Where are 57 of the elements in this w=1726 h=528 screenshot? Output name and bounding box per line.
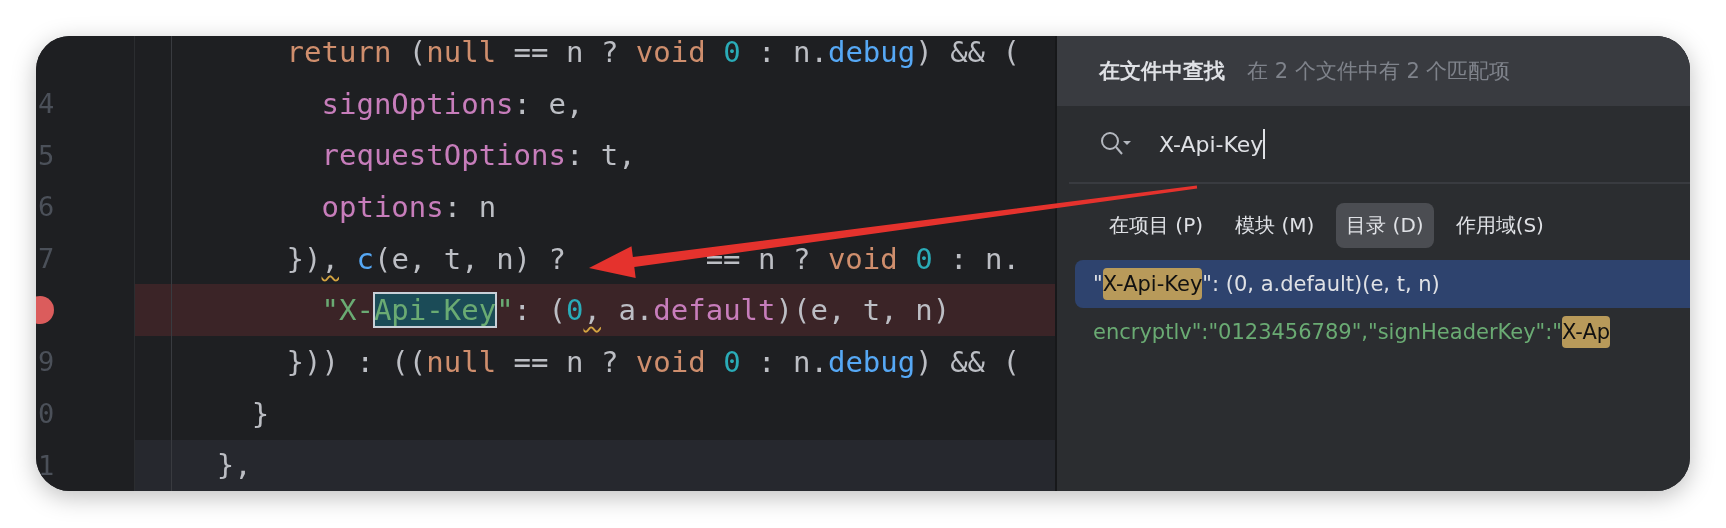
code-token: : n. xyxy=(757,344,828,379)
code-token: : ( xyxy=(513,293,566,328)
code-token: : e, xyxy=(513,86,584,121)
code-token: signOptions xyxy=(321,86,514,121)
result-text: " xyxy=(1093,272,1103,296)
scope-tab[interactable]: 目录 (D) xyxy=(1336,203,1434,248)
code-token: )(e, t, n) xyxy=(775,293,951,328)
code-token: ) && ( xyxy=(915,36,1020,69)
search-match: Api-Key xyxy=(373,293,497,328)
warning-token: , xyxy=(321,241,339,276)
popup-title: 在文件中查找 xyxy=(1099,58,1225,85)
code-token: 0 xyxy=(915,241,933,276)
code-token: : n xyxy=(443,189,497,224)
match-highlight: X-Api-Key xyxy=(1102,268,1203,300)
code-token: ( xyxy=(407,36,427,69)
result-row[interactable]: "X-Api-Key": (0, a.default)(e, t, n) xyxy=(1075,260,1690,308)
code-token: (e, t, n) ? xyxy=(373,241,566,276)
result-text: ": (0, a.default)(e, t, n) xyxy=(1202,272,1440,296)
code-token: : n. xyxy=(757,36,828,69)
code-token: 0 xyxy=(566,293,584,328)
code-token: c xyxy=(355,241,374,276)
match-highlight: X-Ap xyxy=(1562,316,1611,348)
code-token: 0 xyxy=(723,36,741,69)
code-token: })) : (( xyxy=(286,344,427,379)
code-token: debug xyxy=(827,344,916,379)
code-token: }, xyxy=(216,448,252,483)
code-token: " xyxy=(496,293,514,328)
code-token: debug xyxy=(827,36,916,69)
code-token: void xyxy=(635,36,707,69)
code-token: void xyxy=(635,344,707,379)
result-text: encryptlv":"0123456789","signHeaderKey":" xyxy=(1093,320,1562,344)
search-field[interactable]: X-Api-Key xyxy=(1159,126,1266,162)
code-token: return xyxy=(286,36,392,69)
code-token: }) xyxy=(286,241,322,276)
warning-token: , xyxy=(583,293,601,328)
code-token: ) && ( xyxy=(915,344,1020,379)
scope-tab[interactable]: 作用域(S) xyxy=(1445,203,1554,248)
code-token: requestOptions xyxy=(321,138,566,173)
code-token: } xyxy=(251,396,270,431)
code-token: 0 xyxy=(723,344,741,379)
scope-tab[interactable]: 模块 (M) xyxy=(1225,203,1325,248)
scope-tab[interactable]: 在项目 (P) xyxy=(1099,203,1214,248)
code-token: "X- xyxy=(321,293,374,328)
code-token: options xyxy=(321,189,444,224)
code-token: : n. xyxy=(949,241,1020,276)
code-token: == n ? xyxy=(704,241,812,276)
code-token: : t, xyxy=(565,138,636,173)
code-token: a. xyxy=(617,293,654,328)
match-summary: 在 2 个文件中有 2 个匹配项 xyxy=(1247,58,1511,85)
result-row[interactable]: encryptlv":"0123456789","signHeaderKey":"X-Ap xyxy=(1075,308,1690,356)
code-token: default xyxy=(653,293,776,328)
code-token: == n ? xyxy=(512,344,620,379)
code-token: void xyxy=(827,241,899,276)
text-cursor xyxy=(1263,129,1266,159)
code-token: null xyxy=(426,36,497,69)
code-token: == n ? xyxy=(512,36,620,69)
code-token: null xyxy=(426,344,497,379)
